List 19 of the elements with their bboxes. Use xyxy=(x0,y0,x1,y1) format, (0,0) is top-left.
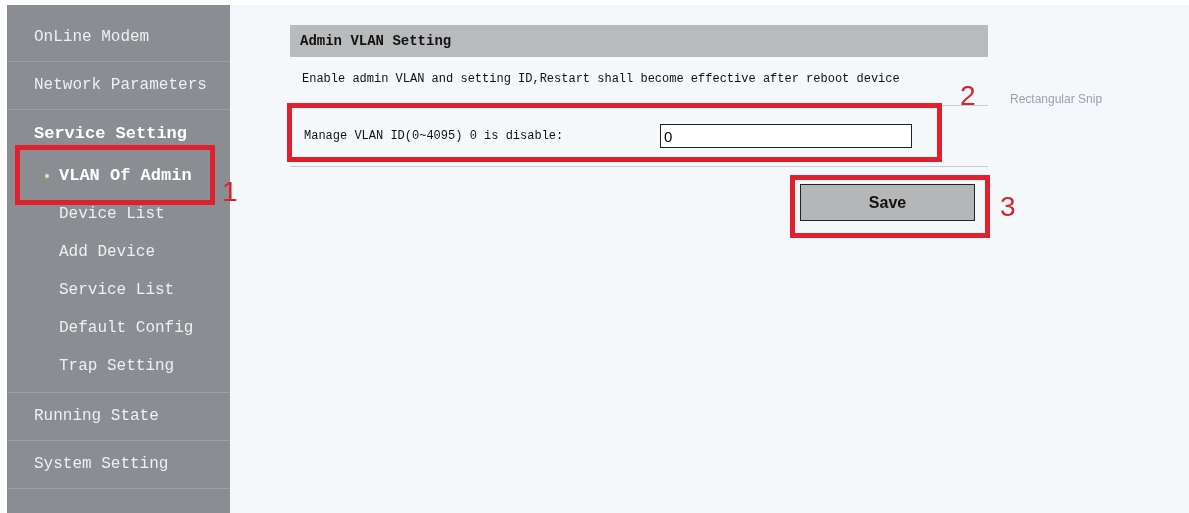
menu-item[interactable]: Running State xyxy=(7,393,230,440)
panel-title: Admin VLAN Setting xyxy=(290,25,988,57)
annotation-number: 1 xyxy=(222,178,238,206)
save-button[interactable]: Save xyxy=(800,184,975,221)
vlan-id-field[interactable]: 0 xyxy=(660,124,912,148)
submenu-item[interactable]: Service List xyxy=(7,271,230,309)
bullet-icon xyxy=(45,174,49,178)
menu-item[interactable]: Network Parameters xyxy=(7,62,230,109)
field-label: Manage VLAN ID(0~4095) 0 is disable: xyxy=(304,129,565,143)
menu-item[interactable]: System Setting xyxy=(7,441,230,488)
description: Enable admin VLAN and setting ID,Restart shall become effective after reboot device xyxy=(302,72,900,86)
annotation-number: 2 xyxy=(960,82,976,110)
menu-item[interactable]: Service Setting xyxy=(7,110,230,157)
annotation-number: 3 xyxy=(1000,193,1016,221)
menu-item[interactable]: OnLine Modem xyxy=(7,14,230,61)
submenu-item[interactable]: Trap Setting xyxy=(7,347,230,385)
submenu-item[interactable]: Add Device xyxy=(7,233,230,271)
snip-label: Rectangular Snip xyxy=(1010,92,1103,106)
submenu-item[interactable]: Default Config xyxy=(7,309,230,347)
